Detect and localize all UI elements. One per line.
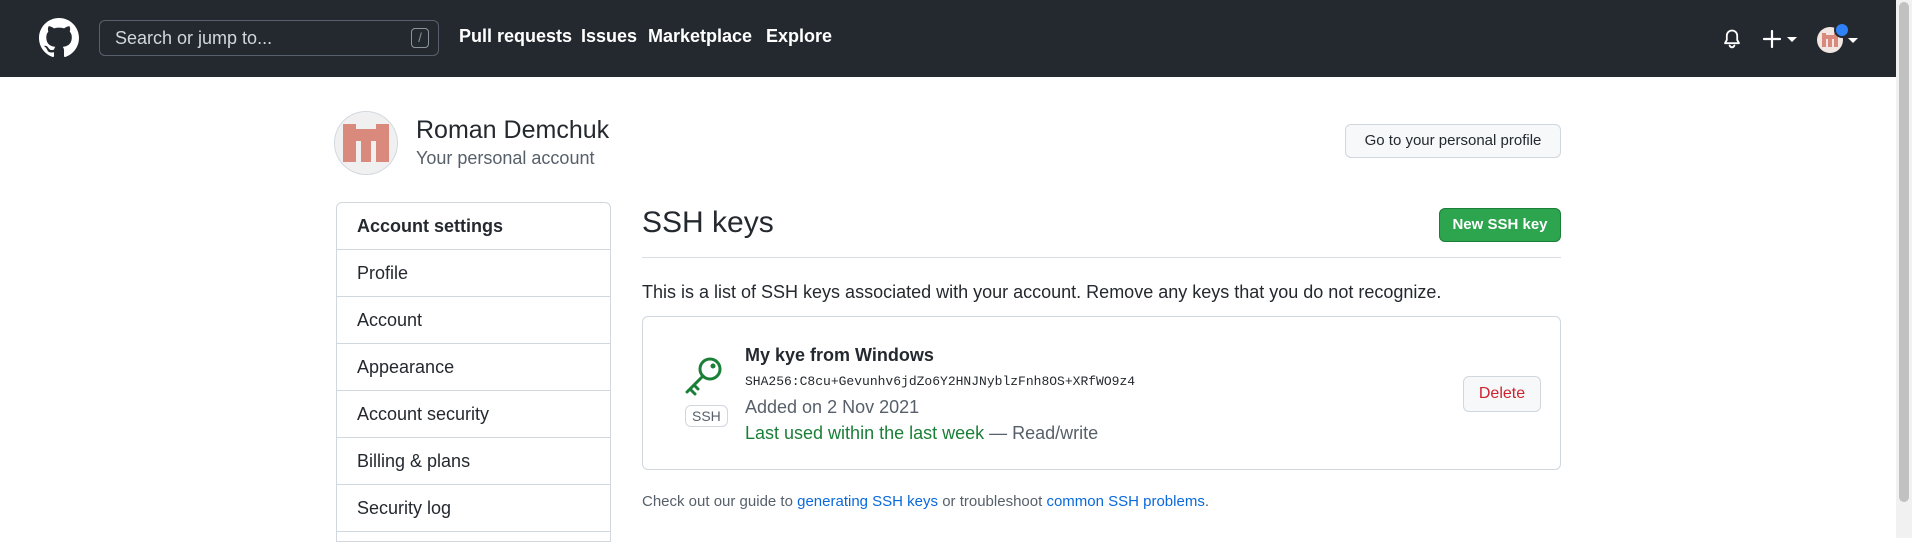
bell-icon[interactable] (1722, 28, 1742, 50)
delete-ssh-key-button[interactable]: Delete (1463, 376, 1541, 412)
nav-pull-requests[interactable]: Pull requests (459, 26, 572, 47)
ssh-key-list-item: SSH My kye from Windows SHA256:C8cu+Gevu… (642, 316, 1561, 470)
create-new-menu[interactable] (1762, 27, 1808, 51)
plus-icon (1762, 29, 1782, 49)
search-shortcut-badge: / (411, 28, 429, 48)
identicon-image (335, 112, 397, 174)
ssh-key-usage: Last used within the last week — Read/wr… (745, 423, 1098, 444)
sidebar-heading-account-settings: Account settings (337, 203, 610, 250)
nav-issues[interactable]: Issues (581, 26, 637, 47)
go-to-personal-profile-button[interactable]: Go to your personal profile (1345, 124, 1561, 158)
ssh-key-added-date: Added on 2 Nov 2021 (745, 397, 920, 417)
search-input[interactable] (100, 21, 438, 55)
common-ssh-problems-link[interactable]: common SSH problems (1046, 493, 1204, 510)
chevron-down-icon (1848, 38, 1858, 43)
scrollbar-thumb[interactable] (1899, 2, 1909, 502)
global-header: / Pull requests Issues Marketplace Explo… (0, 0, 1896, 77)
settings-sidebar: Account settings Profile Account Appeara… (336, 202, 611, 542)
title-divider (642, 257, 1561, 258)
nav-explore[interactable]: Explore (766, 26, 832, 47)
help-text-middle: or troubleshoot (938, 493, 1047, 510)
sidebar-item-profile[interactable]: Profile (337, 250, 610, 297)
ssh-key-access: — Read/write (984, 423, 1099, 443)
user-menu[interactable] (1817, 22, 1865, 54)
key-icon (685, 357, 722, 396)
help-text-suffix: . (1204, 493, 1209, 510)
profile-name[interactable]: Roman Demchuk (416, 116, 609, 145)
page-scrollbar[interactable] (1896, 0, 1912, 538)
sidebar-item-security-log[interactable]: Security log (337, 485, 610, 532)
ssh-key-title: My kye from Windows (745, 345, 934, 365)
profile-subtitle: Your personal account (416, 148, 595, 168)
sidebar-item-account[interactable]: Account (337, 297, 610, 344)
chevron-down-icon (1787, 37, 1797, 42)
sidebar-item-account-security[interactable]: Account security (337, 391, 610, 438)
ssh-key-last-used: Last used within the last week (745, 423, 985, 443)
sidebar-item-appearance[interactable]: Appearance (337, 344, 610, 391)
ssh-key-fingerprint: SHA256:C8cu+Gevunhv6jdZo6Y2HNJNyblzFnh8O… (745, 374, 1136, 389)
page-title: SSH keys (642, 206, 774, 239)
nav-marketplace[interactable]: Marketplace (648, 26, 752, 47)
sidebar-item-billing-plans[interactable]: Billing & plans (337, 438, 610, 485)
notification-dot (1834, 22, 1850, 38)
ssh-help-text: Check out our guide to generating SSH ke… (642, 493, 1209, 510)
github-logo-icon[interactable] (39, 18, 79, 58)
ssh-badge: SSH (685, 405, 728, 427)
new-ssh-key-button[interactable]: New SSH key (1439, 208, 1561, 242)
generating-ssh-keys-link[interactable]: generating SSH keys (797, 493, 938, 510)
search-box: / (99, 20, 439, 56)
profile-avatar[interactable] (335, 112, 397, 174)
help-text-prefix: Check out our guide to (642, 493, 798, 510)
ssh-keys-description: This is a list of SSH keys associated wi… (642, 282, 1442, 302)
